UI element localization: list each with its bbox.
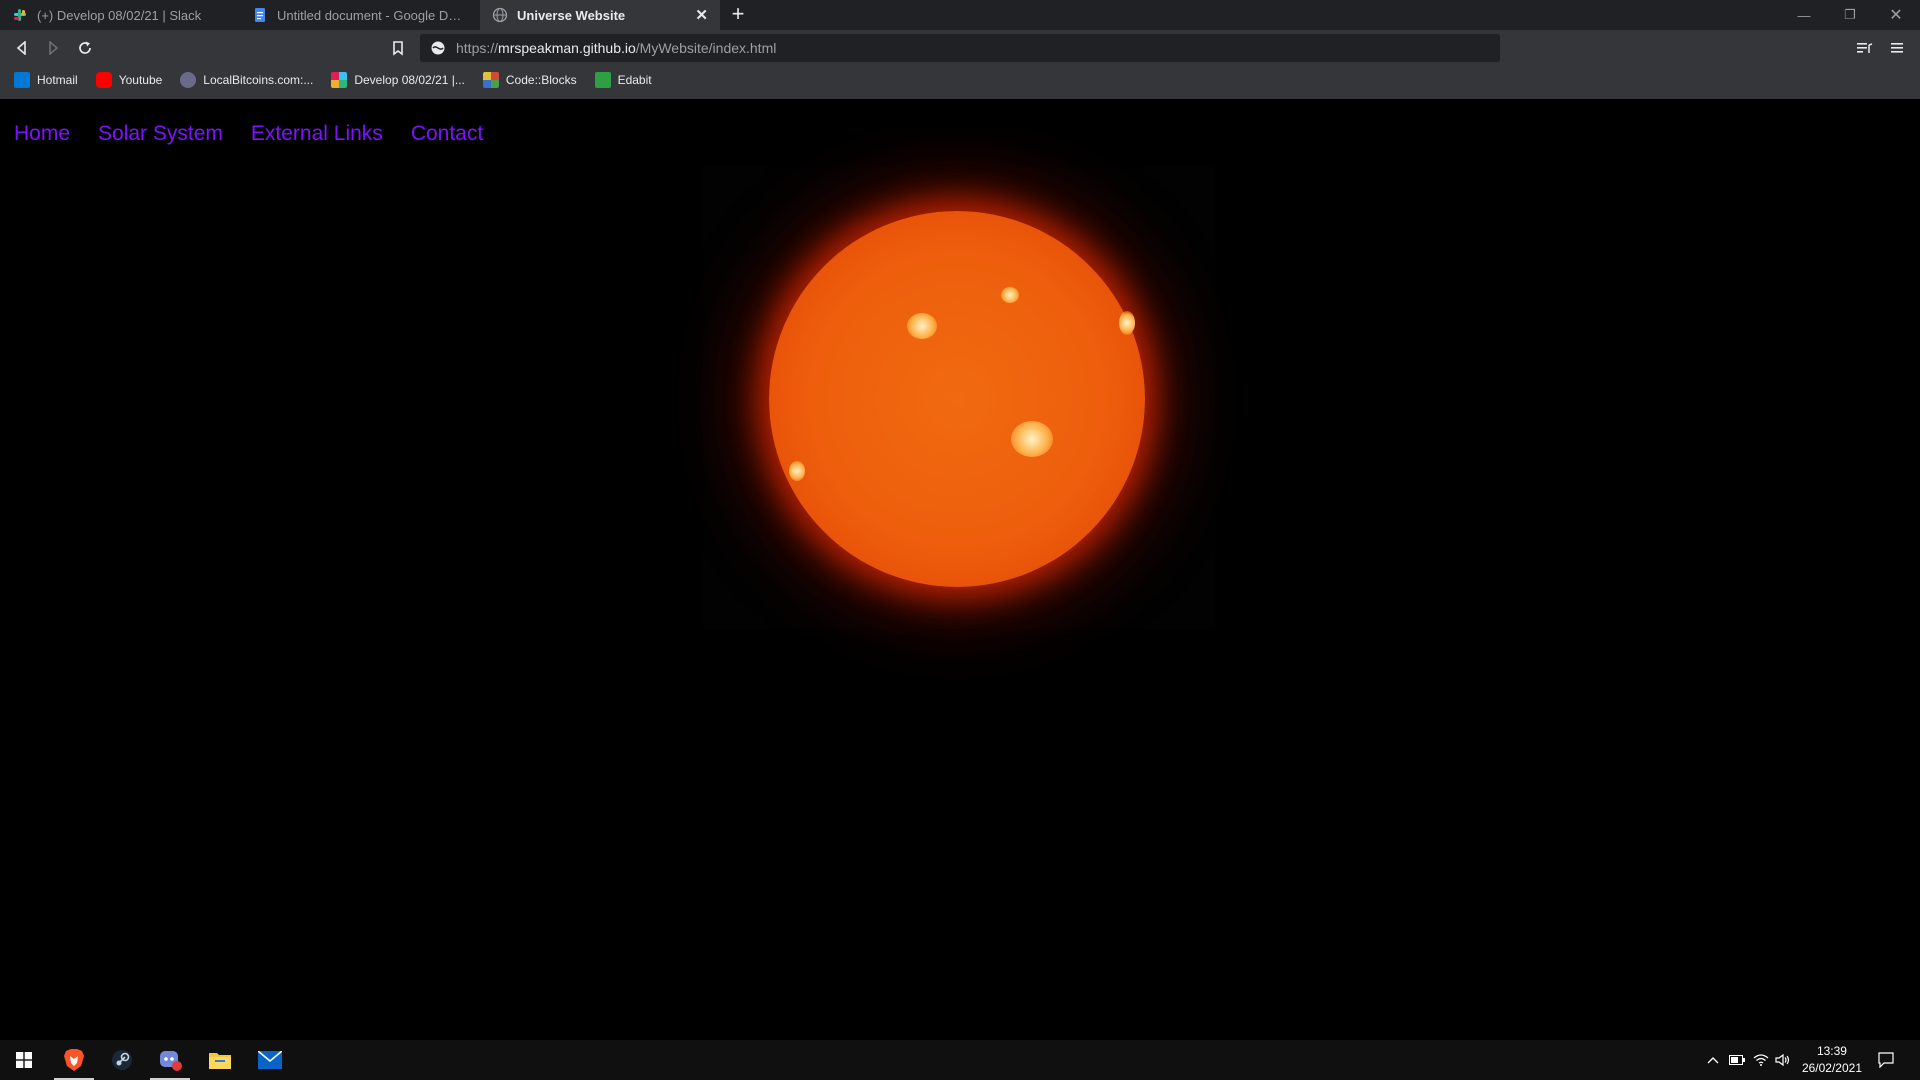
tab-title: Universe Website	[517, 7, 626, 23]
nav-link-home[interactable]: Home	[14, 122, 70, 146]
bookmark-codeblocks[interactable]: Code::Blocks	[482, 72, 577, 88]
taskbar-steam[interactable]	[98, 1040, 146, 1080]
solar-flare	[789, 461, 805, 481]
tab-strip: (+) Develop 08/02/21 | Slack Untitled do…	[0, 0, 1920, 30]
bookmark-slack-develop[interactable]: Develop 08/02/21 |...	[331, 72, 465, 88]
windows-taskbar: 13:39 26/02/2021	[0, 1040, 1920, 1080]
wifi-icon	[1753, 1054, 1769, 1066]
slack-icon	[14, 9, 26, 21]
url-host: mrspeakman.github.io	[498, 40, 636, 56]
restore-window-button[interactable]: ❐	[1827, 0, 1873, 30]
address-bar[interactable]: https://mrspeakman.github.io/MyWebsite/i…	[420, 34, 1500, 62]
battery-status[interactable]	[1727, 1050, 1747, 1070]
brave-icon	[64, 1049, 84, 1071]
close-tab-icon[interactable]: ✕	[695, 6, 708, 24]
windows-start-icon	[16, 1052, 32, 1068]
solar-flare	[907, 313, 937, 339]
file-explorer-icon	[209, 1053, 231, 1069]
chevron-up-icon	[1707, 1057, 1719, 1064]
hamburger-menu-icon	[1891, 43, 1903, 53]
url-scheme: https://	[456, 40, 499, 56]
slack-icon	[331, 72, 348, 88]
media-controls-button[interactable]	[1852, 36, 1878, 60]
clock-date: 26/02/2021	[1801, 1061, 1862, 1075]
nav-link-external-links[interactable]: External Links	[251, 122, 383, 146]
edabit-icon	[594, 72, 611, 88]
taskbar-file-explorer[interactable]	[196, 1040, 244, 1080]
outlook-icon	[14, 72, 30, 88]
youtube-icon	[95, 72, 112, 88]
browser-menu-button[interactable]	[1884, 36, 1910, 60]
tab-universe-website[interactable]: Universe Website ✕	[480, 0, 720, 30]
browser-toolbar: https://mrspeakman.github.io/MyWebsite/i…	[0, 30, 1920, 66]
start-button[interactable]	[0, 1040, 48, 1080]
tab-title: (+) Develop 08/02/21 | Slack	[37, 7, 202, 23]
bookmark-label: LocalBitcoins.com:...	[203, 73, 314, 87]
taskbar-mail[interactable]	[246, 1040, 294, 1080]
solar-flare	[1119, 311, 1135, 335]
bookmark-localbitcoins[interactable]: LocalBitcoins.com:...	[180, 72, 313, 88]
tab-google-docs[interactable]: Untitled document - Google Docs	[240, 0, 480, 30]
taskbar-discord[interactable]	[146, 1040, 194, 1080]
new-tab-button[interactable]: +	[726, 2, 750, 26]
bookmark-label: Youtube	[118, 73, 163, 87]
url-path: /MyWebsite/index.html	[635, 40, 777, 56]
bookmarks-bar: Hotmail Youtube LocalBitcoins.com:... De…	[0, 68, 1920, 92]
mail-icon	[258, 1051, 282, 1069]
sun-disc	[769, 211, 1145, 587]
taskbar-brave[interactable]	[50, 1040, 98, 1080]
show-hidden-icons-button[interactable]	[1703, 1050, 1723, 1070]
reload-icon	[79, 41, 91, 54]
sun-image	[703, 167, 1215, 629]
web-page: Home Solar System External Links Contact	[0, 99, 1920, 1040]
tab-title: Untitled document - Google Docs	[277, 7, 468, 23]
bookmark-hotmail[interactable]: Hotmail	[14, 72, 78, 88]
back-button[interactable]	[9, 36, 35, 60]
solar-flare	[1001, 287, 1019, 303]
bookmark-youtube[interactable]: Youtube	[95, 72, 163, 88]
forward-arrow-icon	[49, 41, 59, 55]
reload-button[interactable]	[72, 36, 98, 60]
nav-link-contact[interactable]: Contact	[411, 122, 483, 146]
speaker-icon	[1775, 1054, 1790, 1066]
site-nav: Home Solar System External Links Contact	[14, 122, 511, 146]
taskbar-clock[interactable]: 13:39 26/02/2021	[1802, 1043, 1862, 1077]
playlist-icon	[1857, 43, 1873, 53]
forward-button[interactable]	[40, 36, 66, 60]
bookmark-label: Hotmail	[37, 73, 78, 87]
tab-slack[interactable]: (+) Develop 08/02/21 | Slack	[0, 0, 240, 30]
google-docs-icon	[255, 8, 265, 22]
nav-link-solar-system[interactable]: Solar System	[98, 122, 223, 146]
minimize-window-button[interactable]: —	[1781, 0, 1827, 30]
bookmark-edabit[interactable]: Edabit	[594, 72, 652, 88]
codeblocks-icon	[482, 72, 499, 88]
solar-flare	[1011, 421, 1053, 457]
discord-icon	[160, 1051, 182, 1071]
action-center-button[interactable]	[1876, 1050, 1896, 1070]
network-status[interactable]	[1751, 1050, 1771, 1070]
bookmark-label: Code::Blocks	[505, 73, 577, 87]
localbitcoins-icon	[180, 72, 197, 88]
volume-control[interactable]	[1773, 1050, 1793, 1070]
notification-icon	[1878, 1052, 1894, 1068]
back-arrow-icon	[16, 41, 26, 55]
bookmark-label: Develop 08/02/21 |...	[354, 73, 465, 87]
bookmark-label: Edabit	[617, 73, 652, 87]
clock-time: 13:39	[1816, 1044, 1847, 1058]
site-info-icon[interactable]	[430, 40, 446, 56]
steam-icon	[112, 1050, 132, 1070]
globe-icon	[492, 7, 508, 23]
browser-chrome: (+) Develop 08/02/21 | Slack Untitled do…	[0, 0, 1920, 99]
close-window-button[interactable]: ✕	[1873, 0, 1919, 30]
battery-icon	[1729, 1055, 1745, 1065]
bookmark-icon[interactable]	[388, 38, 408, 58]
